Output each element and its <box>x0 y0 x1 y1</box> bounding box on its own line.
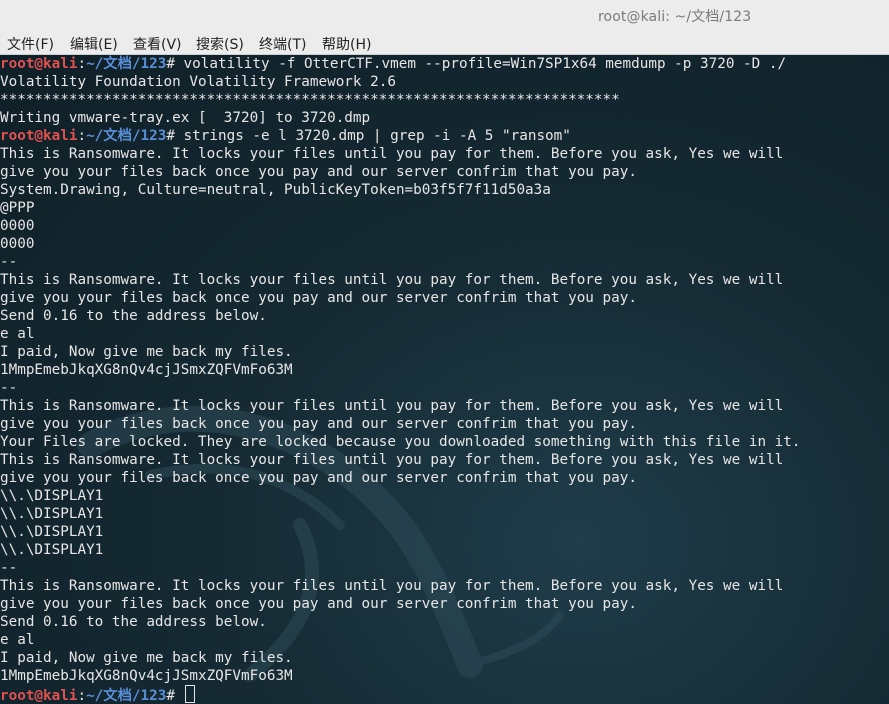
output-line: \\.\DISPLAY1 <box>0 542 104 558</box>
output-line: I paid, Now give me back my files. <box>0 650 293 666</box>
output-line: give you your files back once you pay an… <box>0 416 637 432</box>
prompt-path: ~/文档/123 <box>86 688 167 704</box>
output-line: Volatility Foundation Volatility Framewo… <box>0 74 396 90</box>
prompt-colon: : <box>77 688 87 704</box>
menu-view[interactable]: 查看(V) <box>133 34 182 54</box>
output-line: Send 0.16 to the address below. <box>0 308 267 324</box>
output-line: give you your files back once you pay an… <box>0 290 637 306</box>
prompt-hash: # <box>166 56 175 72</box>
prompt-user: root@kali <box>0 128 78 144</box>
output-line: This is Ransomware. It locks your files … <box>0 578 784 594</box>
menu-terminal[interactable]: 终端(T) <box>259 34 306 54</box>
prompt-path: ~/文档/123 <box>86 128 167 144</box>
output-line: Send 0.16 to the address below. <box>0 614 267 630</box>
window-titlebar[interactable]: root@kali: ~/文档/123 <box>0 0 889 30</box>
menu-help[interactable]: 帮助(H) <box>322 34 371 54</box>
output-line: This is Ransomware. It locks your files … <box>0 398 784 414</box>
output-line: give you your files back once you pay an… <box>0 470 637 486</box>
output-line: give you your files back once you pay an… <box>0 164 637 180</box>
output-line: -- <box>0 254 18 270</box>
output-line: @PPP <box>0 200 35 216</box>
prompt-user: root@kali <box>0 688 78 704</box>
prompt-user: root@kali <box>0 56 78 72</box>
prompt-colon: : <box>77 128 87 144</box>
output-line: This is Ransomware. It locks your files … <box>0 272 784 288</box>
command-line: root@kali:~/文档/123# strings -e l 3720.dm… <box>0 127 571 145</box>
output-line: \\.\DISPLAY1 <box>0 524 104 540</box>
output-line: e al <box>0 326 35 342</box>
window-title: root@kali: ~/文档/123 <box>598 9 752 25</box>
menu-bar: 文件(F) 编辑(E) 查看(V) 搜索(S) 终端(T) 帮助(H) <box>0 30 889 55</box>
output-line: Writing vmware-tray.ex [ 3720] to 3720.d… <box>0 110 371 126</box>
command-line: root@kali:~/文档/123# volatility -f OtterC… <box>0 55 786 73</box>
output-line: \\.\DISPLAY1 <box>0 488 104 504</box>
terminal-area[interactable]: root@kali:~/文档/123# volatility -f OtterC… <box>0 55 889 704</box>
output-line: Your Files are locked. They are locked b… <box>0 434 801 450</box>
output-line: This is Ransomware. It locks your files … <box>0 452 784 468</box>
output-line: ****************************************… <box>0 92 620 108</box>
command-text: volatility -f OtterCTF.vmem --profile=Wi… <box>174 56 787 72</box>
output-line: \\.\DISPLAY1 <box>0 506 104 522</box>
cursor-block <box>184 685 195 703</box>
active-prompt-line: root@kali:~/文档/123# <box>0 685 195 704</box>
prompt-colon: : <box>77 56 87 72</box>
output-line: e al <box>0 632 35 648</box>
output-line: 1MmpEmebJkqXG8nQv4cjJSmxZQFVmFo63M <box>0 362 293 378</box>
output-line: give you your files back once you pay an… <box>0 596 637 612</box>
output-line: 1MmpEmebJkqXG8nQv4cjJSmxZQFVmFo63M <box>0 668 293 684</box>
output-line: This is Ransomware. It locks your files … <box>0 146 784 162</box>
output-line: I paid, Now give me back my files. <box>0 344 293 360</box>
menu-edit[interactable]: 编辑(E) <box>70 34 118 54</box>
prompt-hash: # <box>166 128 175 144</box>
input-text[interactable] <box>175 688 184 704</box>
command-text: strings -e l 3720.dmp | grep -i -A 5 "ra… <box>174 128 571 144</box>
menu-search[interactable]: 搜索(S) <box>196 34 244 54</box>
output-line: System.Drawing, Culture=neutral, PublicK… <box>0 182 551 198</box>
output-line: 0000 <box>0 218 35 234</box>
prompt-hash: # <box>166 688 175 704</box>
menu-file[interactable]: 文件(F) <box>7 34 54 54</box>
prompt-path: ~/文档/123 <box>86 56 167 72</box>
output-line: -- <box>0 380 18 396</box>
output-line: 0000 <box>0 236 35 252</box>
output-line: -- <box>0 560 18 576</box>
